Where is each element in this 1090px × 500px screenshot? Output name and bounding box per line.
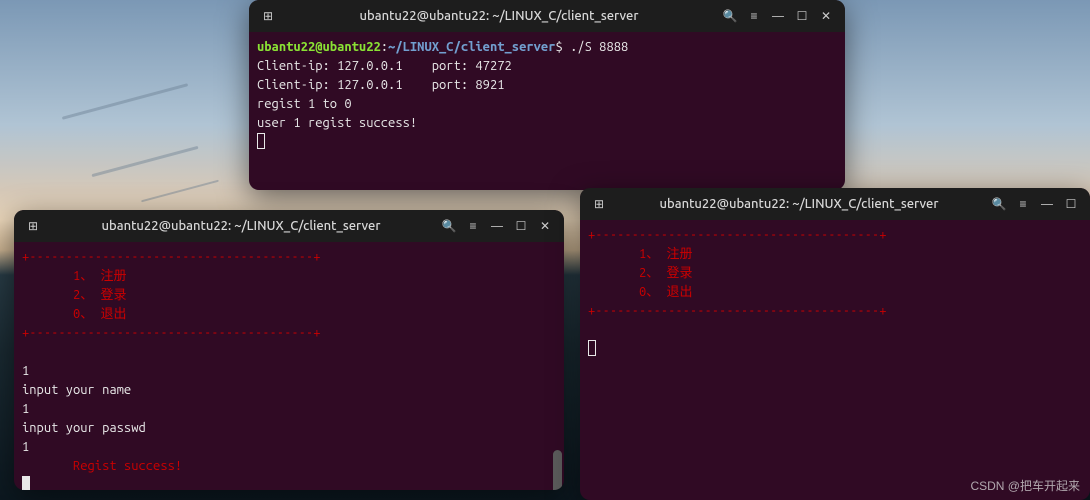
output-line: Client-ip: 127.0.0.1 port: 8921 [257,78,505,92]
output-line: user 1 regist success! [257,116,417,130]
menu-icon[interactable]: ≡ [743,5,765,27]
prompt-path: ~/LINUX_C/client_server [388,40,555,54]
scrollbar-thumb[interactable] [553,450,562,490]
menu-border: +---------------------------------------… [588,228,886,242]
search-icon[interactable]: 🔍 [438,215,460,237]
new-tab-icon[interactable]: ⊞ [588,193,610,215]
titlebar: ⊞ ubantu22@ubantu22: ~/LINUX_C/client_se… [249,0,845,32]
menu-border: +---------------------------------------… [22,326,320,340]
terminal-client-2: ⊞ ubantu22@ubantu22: ~/LINUX_C/client_se… [580,188,1090,500]
menu-item-login: 2、 登录 [22,288,127,302]
minimize-button[interactable]: — [1036,193,1058,215]
new-tab-icon[interactable]: ⊞ [22,215,44,237]
menu-item-exit: 0、 退出 [22,307,127,321]
new-tab-icon[interactable]: ⊞ [257,5,279,27]
prompt-end: $ [556,40,571,54]
menu-item-register: 1、 注册 [588,247,693,261]
close-button[interactable]: ✕ [815,5,837,27]
terminal-client-1: ⊞ ubantu22@ubantu22: ~/LINUX_C/client_se… [14,210,564,490]
minimize-button[interactable]: — [486,215,508,237]
titlebar: ⊞ ubantu22@ubantu22: ~/LINUX_C/client_se… [14,210,564,242]
menu-border: +---------------------------------------… [22,250,320,264]
prompt-sep: : [381,40,388,54]
titlebar: ⊞ ubantu22@ubantu22: ~/LINUX_C/client_se… [580,188,1090,220]
io-line: 1 [22,402,29,416]
menu-item-login: 2、 登录 [588,266,693,280]
search-icon[interactable]: 🔍 [719,5,741,27]
minimize-button[interactable]: — [767,5,789,27]
terminal-output[interactable]: ubantu22@ubantu22:~/LINUX_C/client_serve… [249,32,845,190]
window-title: ubantu22@ubantu22: ~/LINUX_C/client_serv… [279,9,719,23]
menu-border: +---------------------------------------… [588,304,886,318]
menu-icon[interactable]: ≡ [462,215,484,237]
watermark: CSDN @把车开起来 [970,477,1080,494]
prompt-user: ubantu22@ubantu22 [257,40,381,54]
menu-icon[interactable]: ≡ [1012,193,1034,215]
io-line: 1 [22,440,29,454]
cursor [588,340,596,356]
io-line: 1 [22,364,29,378]
close-button[interactable]: ✕ [534,215,556,237]
command-text: ./S 8888 [570,40,628,54]
maximize-button[interactable]: ☐ [791,5,813,27]
terminal-output[interactable]: +---------------------------------------… [14,242,564,490]
output-line: Client-ip: 127.0.0.1 port: 47272 [257,59,512,73]
window-title: ubantu22@ubantu22: ~/LINUX_C/client_serv… [44,219,438,233]
cursor [22,476,30,490]
output-line: regist 1 to 0 [257,97,352,111]
window-title: ubantu22@ubantu22: ~/LINUX_C/client_serv… [610,197,988,211]
search-icon[interactable]: 🔍 [988,193,1010,215]
terminal-output[interactable]: +---------------------------------------… [580,220,1090,500]
success-message: Regist success! [22,459,182,473]
io-line: input your passwd [22,421,146,435]
menu-item-register: 1、 注册 [22,269,127,283]
cursor [257,133,265,149]
menu-item-exit: 0、 退出 [588,285,693,299]
maximize-button[interactable]: ☐ [510,215,532,237]
io-line: input your name [22,383,131,397]
maximize-button[interactable]: ☐ [1060,193,1082,215]
terminal-server: ⊞ ubantu22@ubantu22: ~/LINUX_C/client_se… [249,0,845,190]
